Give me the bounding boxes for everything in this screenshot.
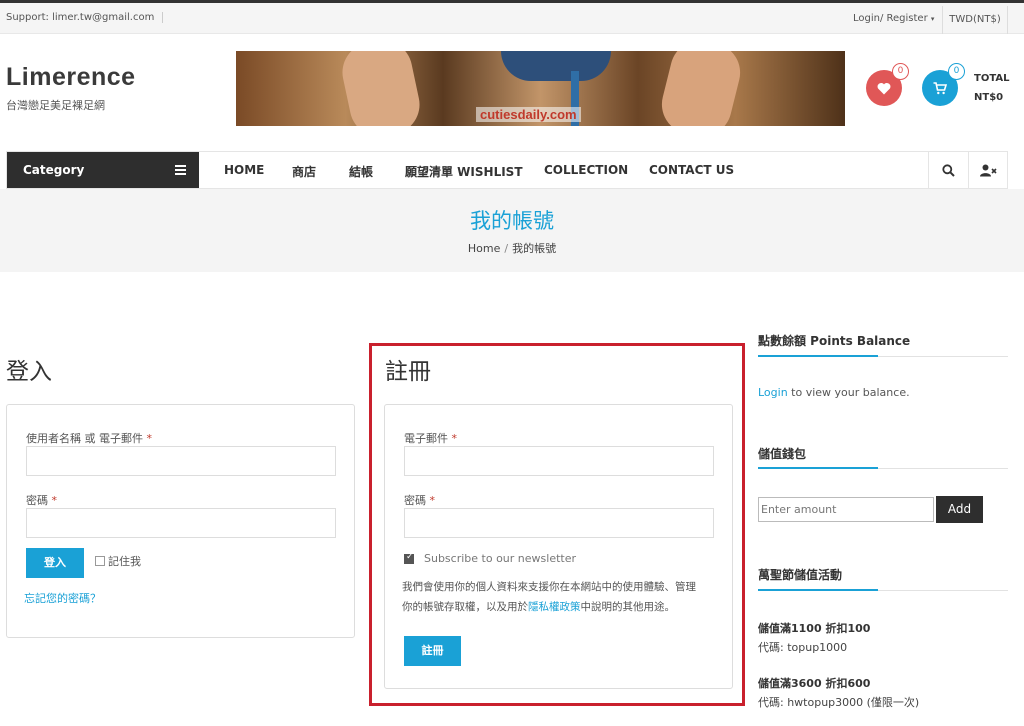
privacy-policy-link[interactable]: 隱私權政策 bbox=[528, 601, 581, 613]
register-heading: 註冊 bbox=[385, 359, 431, 385]
promo-title: 儲值滿1100 折扣100 bbox=[758, 622, 871, 635]
promo-title: 儲值滿3600 折扣600 bbox=[758, 677, 871, 690]
password-input[interactable] bbox=[26, 508, 336, 538]
points-balance-text: Login to view your balance. bbox=[758, 386, 910, 399]
cart-count-badge: 0 bbox=[948, 63, 965, 80]
user-account-button[interactable] bbox=[968, 152, 1008, 188]
privacy-text-line1: 我們會使用你的個人資料來支援你在本網站中的使用體驗、管理 bbox=[402, 581, 696, 593]
register-password-label: 密碼 * bbox=[404, 494, 435, 507]
breadcrumb-home[interactable]: Home bbox=[468, 242, 500, 255]
user-x-icon bbox=[980, 164, 997, 176]
banner-watermark: cutiesdaily.com bbox=[476, 107, 581, 122]
top-bar: Support: limer.tw@gmail.com Login/ Regis… bbox=[0, 0, 1024, 34]
remember-me-checkbox[interactable] bbox=[95, 556, 105, 566]
page-title: 我的帳號 bbox=[470, 209, 554, 233]
register-email-input[interactable] bbox=[404, 446, 714, 476]
nav-item-wishlist[interactable]: 願望清單 WISHLIST bbox=[405, 163, 523, 180]
banner-image-shape bbox=[655, 51, 747, 126]
login-button[interactable]: 登入 bbox=[26, 548, 84, 578]
page-title-band: 我的帳號 Home / 我的帳號 bbox=[0, 189, 1024, 272]
breadcrumb-separator: / bbox=[504, 242, 509, 255]
login-heading: 登入 bbox=[6, 359, 52, 385]
chevron-down-icon: ▾ bbox=[930, 15, 935, 23]
main-nav: Category HOME 商店 結帳 願望清單 WISHLIST COLLEC… bbox=[6, 151, 1008, 189]
site-tagline: 台灣戀足美足裸足網 bbox=[6, 99, 105, 112]
forgot-password-link[interactable]: 忘記您的密碼？ bbox=[24, 590, 101, 606]
register-email-label: 電子郵件 * bbox=[404, 432, 457, 445]
support-email[interactable]: Support: limer.tw@gmail.com bbox=[6, 12, 164, 23]
newsletter-checkbox[interactable] bbox=[404, 552, 414, 564]
hamburger-icon bbox=[175, 165, 186, 175]
banner-image-shape bbox=[336, 51, 426, 126]
search-button[interactable] bbox=[928, 152, 968, 188]
banner-image-shape bbox=[501, 51, 611, 81]
login-form: 使用者名稱 或 電子郵件 * 密碼 * 登入 記住我 忘記您的密碼？ bbox=[6, 404, 355, 638]
nav-item-contact[interactable]: CONTACT US bbox=[649, 163, 734, 177]
heart-icon bbox=[877, 82, 891, 94]
newsletter-label[interactable]: Subscribe to our newsletter bbox=[424, 552, 576, 565]
nav-item-checkout[interactable]: 結帳 bbox=[349, 163, 373, 180]
currency-switcher[interactable]: TWD(NT$) bbox=[942, 6, 1008, 34]
nav-item-shop[interactable]: 商店 bbox=[292, 163, 316, 180]
search-icon bbox=[942, 163, 955, 177]
points-login-link[interactable]: Login bbox=[758, 386, 788, 399]
wishlist-count-badge: 0 bbox=[892, 63, 909, 80]
amount-input[interactable]: Enter amount bbox=[758, 497, 934, 522]
divider bbox=[758, 467, 1008, 469]
add-amount-button[interactable]: Add bbox=[936, 496, 983, 523]
divider bbox=[758, 355, 1008, 357]
breadcrumb: Home / 我的帳號 bbox=[0, 240, 1024, 256]
cart-total-value: NT$0 bbox=[974, 92, 1004, 103]
remember-me-label[interactable]: 記住我 bbox=[108, 553, 141, 569]
divider bbox=[758, 589, 1008, 591]
register-password-input[interactable] bbox=[404, 508, 714, 538]
nav-item-collection[interactable]: COLLECTION bbox=[544, 163, 628, 177]
register-form: 電子郵件 * 密碼 * Subscribe to our newsletter … bbox=[384, 404, 733, 689]
cart-total-label: TOTAL bbox=[974, 73, 1010, 84]
password-label: 密碼 * bbox=[26, 494, 57, 507]
privacy-text-line2: 你的帳號存取權，以及用於隱私權政策中說明的其他用途。 bbox=[402, 601, 675, 613]
amount-placeholder: Enter amount bbox=[761, 503, 837, 516]
category-menu-button[interactable]: Category bbox=[7, 152, 199, 188]
wallet-heading: 儲值錢包 bbox=[758, 447, 807, 461]
username-label: 使用者名稱 或 電子郵件 * bbox=[26, 432, 152, 445]
promo-heading: 萬聖節儲值活動 bbox=[758, 568, 843, 582]
login-register-link[interactable]: Login/ Register ▾ bbox=[853, 13, 934, 24]
register-button[interactable]: 註冊 bbox=[404, 636, 461, 666]
points-balance-heading: 點數餘額 Points Balance bbox=[758, 334, 911, 348]
breadcrumb-current: 我的帳號 bbox=[512, 242, 557, 255]
header-banner[interactable]: cutiesdaily.com bbox=[236, 51, 845, 126]
promo-code: 代碼: hwtopup3000 (僅限一次) bbox=[758, 696, 920, 709]
username-input[interactable] bbox=[26, 446, 336, 476]
promo-code: 代碼: topup1000 bbox=[758, 641, 848, 654]
nav-item-home[interactable]: HOME bbox=[224, 163, 264, 177]
site-logo[interactable]: Limerence bbox=[6, 63, 136, 92]
cart-icon bbox=[933, 81, 947, 94]
category-label: Category bbox=[23, 163, 85, 177]
